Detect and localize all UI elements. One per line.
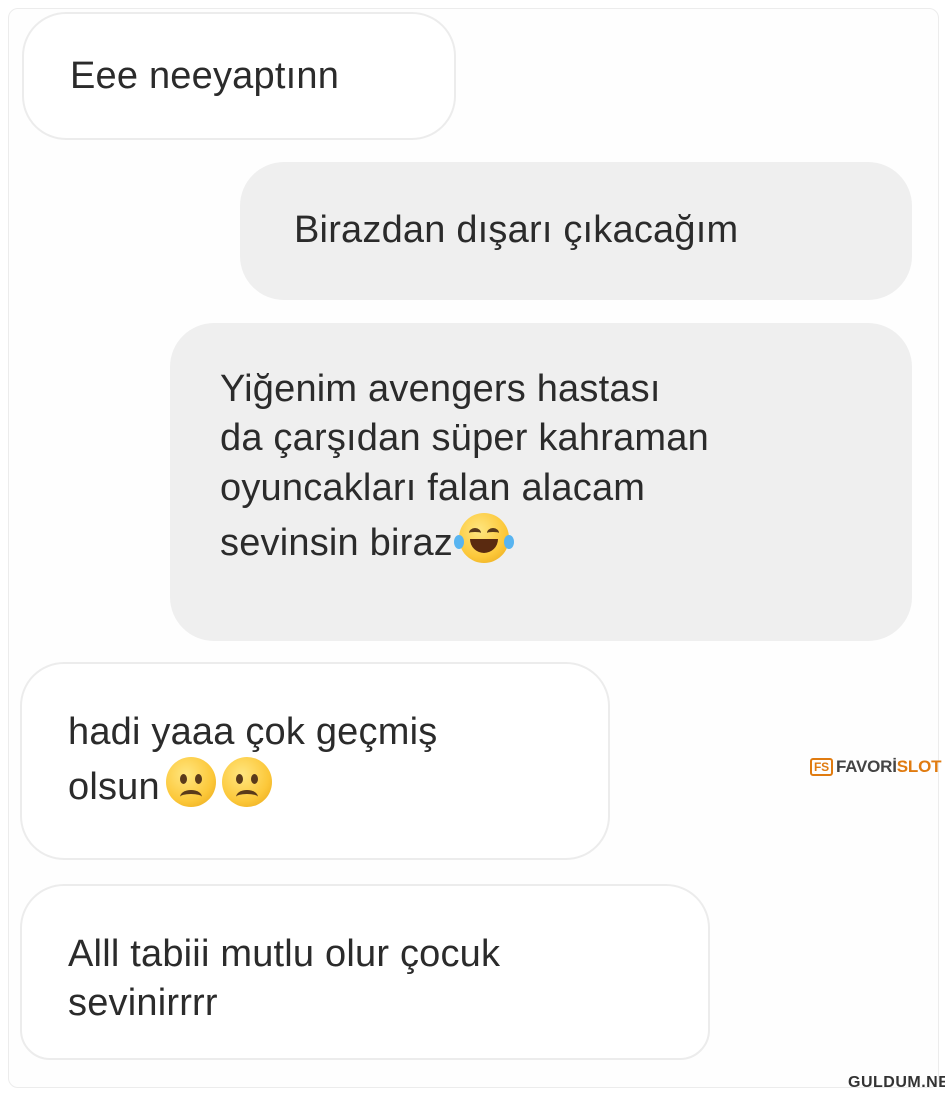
message-text-line: oyuncakları falan alacam [220,466,646,509]
message-text-line: Alll tabiii mutlu olur çocuk [68,933,501,975]
frowning-face-icon [165,757,216,808]
watermark-logo-box: FS [810,758,833,776]
message-text: Eee neeyaptınn [70,55,340,97]
message-bubble-incoming[interactable]: Eee neeyaptınn [22,12,456,140]
watermark-text: SLOT [896,757,942,776]
favorislot-watermark: FS FAVORİ SLOT [810,757,941,777]
message-bubble-outgoing[interactable]: Yiğenim avengers hastası da çarşıdan süp… [170,323,912,641]
watermark-text: FAVORİ [835,757,897,776]
message-bubble-incoming[interactable]: hadi yaaa çok geçmiş olsun [20,662,610,860]
frowning-face-icon [221,757,272,808]
message-text-line: olsun [68,766,160,809]
message-text-line: hadi yaaa çok geçmiş [68,711,438,753]
message-bubble-incoming[interactable]: Alll tabiii mutlu olur çocuk sevinirrrr [20,884,710,1060]
face-with-tears-of-joy-icon [454,513,515,564]
message-text: Birazdan dışarı çıkacağım [294,209,739,251]
message-text-line: Yiğenim avengers hastası [220,368,661,410]
message-text-line: sevinsin biraz [220,522,454,565]
site-logo: GULDUM.NET [848,1074,945,1091]
message-text-line: da çarşıdan süper kahraman [220,417,709,460]
message-bubble-outgoing[interactable]: Birazdan dışarı çıkacağım [240,162,912,300]
message-text-line: sevinirrrr [68,982,218,1025]
